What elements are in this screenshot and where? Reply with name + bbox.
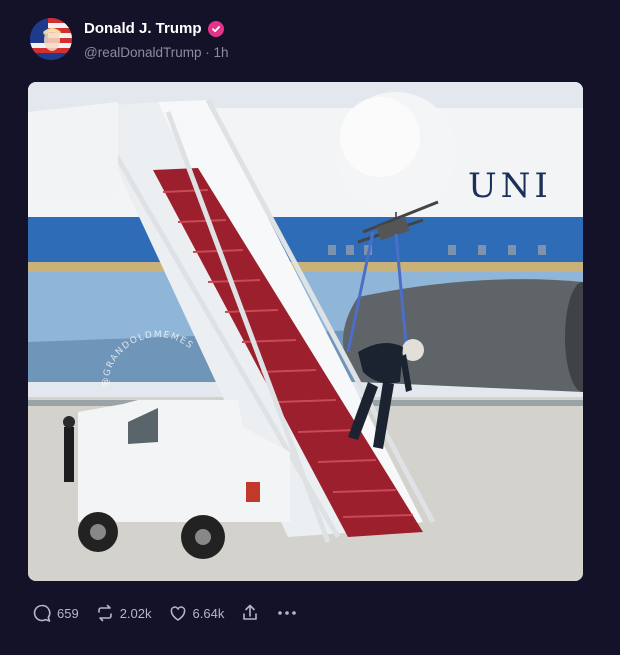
like-button[interactable]: 6.64k — [168, 603, 225, 623]
post-card: Donald J. Trump @realDonaldTrump · 1h UN… — [0, 0, 620, 655]
post-image[interactable]: UNI @GRANDOLDMEMES — [28, 82, 583, 581]
svg-text:@GRANDOLDMEMES: @GRANDOLDMEMES — [101, 330, 196, 387]
author-name-row: Donald J. Trump — [84, 20, 224, 37]
repost-button[interactable]: 2.02k — [95, 603, 152, 623]
flag-portrait-avatar-icon — [30, 18, 72, 60]
repost-count: 2.02k — [119, 605, 152, 621]
action-bar: 659 2.02k 6.64k — [32, 601, 298, 625]
more-options-button[interactable] — [276, 603, 298, 623]
verified-badge-icon — [207, 20, 224, 37]
svg-text:UNI: UNI — [468, 166, 552, 206]
repost-arrows-icon — [97, 604, 112, 622]
share-upload-icon — [243, 604, 258, 620]
share-button[interactable] — [240, 603, 260, 623]
author-handle-time: @realDonaldTrump · 1h — [84, 45, 229, 60]
watermark-text: @GRANDOLDMEMES — [101, 330, 196, 387]
author-name[interactable]: Donald J. Trump — [84, 20, 202, 37]
reply-bubble-icon — [33, 604, 51, 622]
reply-count: 659 — [57, 605, 79, 621]
heart-icon — [170, 606, 185, 621]
author-avatar[interactable] — [30, 18, 72, 60]
ellipsis-icon — [278, 611, 297, 615]
reply-button[interactable]: 659 — [32, 603, 79, 623]
like-count: 6.64k — [192, 605, 225, 621]
